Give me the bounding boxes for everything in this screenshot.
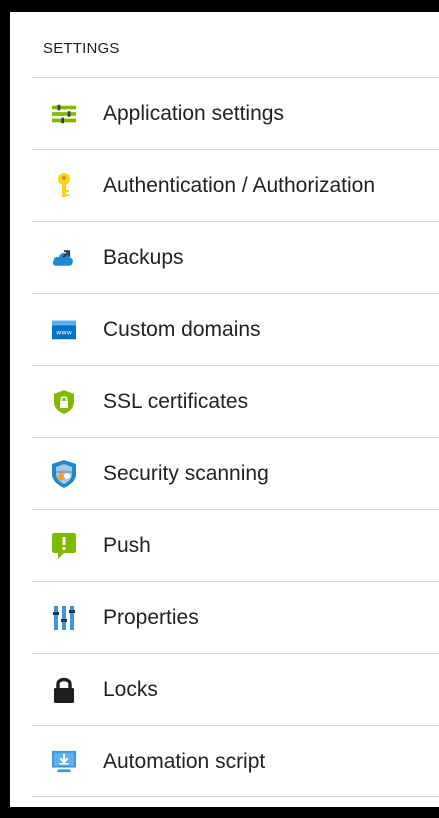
- menu-item-push[interactable]: Push: [32, 509, 439, 581]
- menu-item-label: Automation script: [103, 750, 266, 773]
- menu-item-security-scanning[interactable]: Security scanning: [32, 437, 439, 509]
- menu-item-application-settings[interactable]: Application settings: [32, 77, 439, 149]
- menu-item-label: Push: [103, 534, 151, 557]
- properties-bars-icon: [52, 606, 76, 630]
- security-shield-icon: [52, 460, 76, 488]
- menu-item-authentication[interactable]: Authentication / Authorization: [32, 149, 439, 221]
- download-monitor-icon: [52, 750, 76, 774]
- menu-item-label: Properties: [103, 606, 199, 629]
- menu-item-label: Backups: [103, 246, 184, 269]
- menu-item-label: Security scanning: [103, 462, 269, 485]
- padlock-icon: [52, 677, 76, 703]
- section-title: SETTINGS: [43, 40, 120, 57]
- menu-item-label: SSL certificates: [103, 390, 249, 413]
- menu-item-properties[interactable]: Properties: [32, 581, 439, 653]
- menu-item-label: Authentication / Authorization: [103, 174, 376, 197]
- menu-item-label: Custom domains: [103, 318, 261, 341]
- menu-item-locks[interactable]: Locks: [32, 653, 439, 725]
- cloud-backup-icon: [52, 246, 76, 270]
- www-window-icon: www: [52, 318, 76, 342]
- shield-lock-icon: [52, 390, 76, 414]
- list-bottom-divider: [32, 796, 439, 797]
- menu-item-label: Application settings: [103, 102, 284, 125]
- svg-text:www: www: [56, 329, 72, 337]
- push-notification-icon: [52, 533, 76, 559]
- sliders-icon: [52, 102, 76, 126]
- menu-item-backups[interactable]: Backups: [32, 221, 439, 293]
- menu-item-automation-script[interactable]: Automation script: [32, 725, 439, 797]
- key-icon: [52, 173, 76, 198]
- menu-item-custom-domains[interactable]: www Custom domains: [32, 293, 439, 365]
- menu-item-label: Locks: [103, 678, 158, 701]
- menu-item-ssl-certificates[interactable]: SSL certificates: [32, 365, 439, 437]
- settings-panel: SETTINGS Application settings Authentica…: [10, 12, 439, 807]
